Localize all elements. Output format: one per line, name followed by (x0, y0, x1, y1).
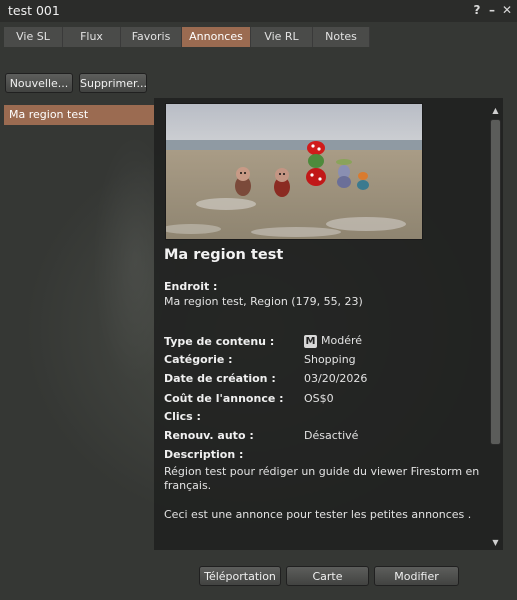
tab-flux[interactable]: Flux (63, 27, 121, 47)
description-label: Description : (164, 448, 244, 461)
description-line-1: Région test pour rédiger un guide du vie… (164, 465, 480, 478)
clicks-label: Clics : (164, 410, 201, 423)
scroll-down-icon[interactable]: ▼ (489, 537, 502, 549)
tab-notes[interactable]: Notes (313, 27, 370, 47)
new-classified-button[interactable]: Nouvelle... (5, 73, 73, 93)
content-type-value: Modéré (321, 334, 363, 347)
location-value: Ma region test, Region (179, 55, 23) (164, 295, 363, 308)
cost-value: OS$0 (304, 392, 334, 405)
tab-annonces[interactable]: Annonces (182, 27, 251, 47)
content-type-label: Type de contenu : (164, 335, 275, 348)
scroll-thumb[interactable] (490, 119, 501, 445)
help-icon[interactable]: ? (470, 3, 484, 17)
description-line-2: français. (164, 479, 212, 492)
classified-list-item[interactable]: Ma region test (4, 105, 154, 125)
scroll-up-icon[interactable]: ▲ (489, 105, 502, 117)
content-type-value-row: M Modéré (304, 334, 362, 348)
creation-date-value: 03/20/2026 (304, 372, 368, 385)
auto-renew-label: Renouv. auto : (164, 429, 254, 442)
tab-favoris[interactable]: Favoris (121, 27, 182, 47)
location-label: Endroit : (164, 280, 218, 293)
delete-classified-button[interactable]: Supprimer... (79, 73, 147, 93)
maturity-badge-icon: M (304, 334, 317, 348)
teleport-button[interactable]: Téléportation (199, 566, 281, 586)
title-bar: test 001 ? – ✕ (0, 0, 517, 22)
description-line-3: Ceci est une annonce pour tester les pet… (164, 508, 472, 521)
auto-renew-value: Désactivé (304, 429, 359, 442)
minimize-icon[interactable]: – (485, 3, 499, 17)
close-icon[interactable]: ✕ (500, 3, 514, 17)
window-title: test 001 (8, 3, 60, 18)
category-value: Shopping (304, 353, 356, 366)
tab-vie-rl[interactable]: Vie RL (251, 27, 313, 47)
tab-vie-sl[interactable]: Vie SL (4, 27, 63, 47)
detail-scrollbar[interactable]: ▲ ▼ (489, 105, 502, 550)
creation-date-label: Date de création : (164, 372, 276, 385)
edit-button[interactable]: Modifier (374, 566, 459, 586)
cost-label: Coût de l'annonce : (164, 392, 284, 405)
classified-title: Ma region test (164, 247, 284, 263)
map-button[interactable]: Carte (286, 566, 369, 586)
classified-snapshot-image (165, 103, 423, 240)
category-label: Catégorie : (164, 353, 233, 366)
